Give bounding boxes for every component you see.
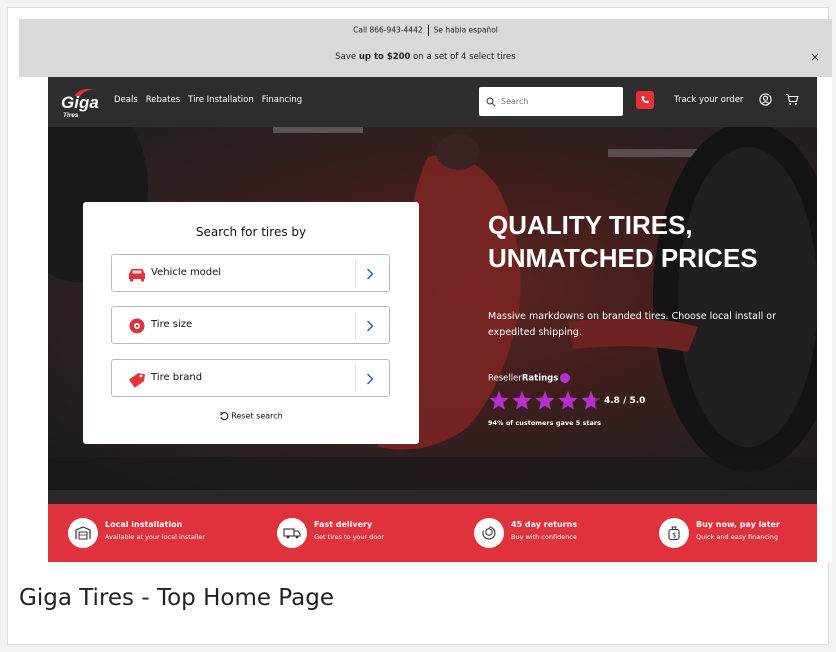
tire-icon [129,318,145,334]
promo-banner: Save up to $200 on a set of 4 select tir… [19,52,832,62]
promo-prefix: Save [335,52,359,62]
hero-headline: QUALITY TIRES, UNMATCHED PRICES [488,209,758,275]
page-caption: Giga Tires - Top Home Page [19,585,334,611]
return-box-icon [474,518,504,548]
hero-subtitle: Massive markdowns on branded tires. Choo… [488,311,777,338]
feature-subtitle: Buy with confidence [511,533,577,541]
feature-subtitle: Quick and easy financing [696,533,778,541]
feature-subtitle: Get tires to your door [314,533,385,541]
search-by-size-button[interactable]: Tire size [111,306,390,344]
feature-title: Buy now, pay later [696,520,780,529]
browser-viewport: Call 866-943-4442 Se habla español Save u… [19,19,832,562]
hero-headline-line1: QUALITY TIRES, [488,210,693,240]
garage-icon [68,518,98,548]
reset-icon [220,411,229,421]
giga-tires-logo[interactable]: Giga Tires [60,86,106,120]
car-icon [129,269,145,282]
announcement-bar: Call 866-943-4442 Se habla español Save u… [19,19,832,77]
feature-title: Local installation [105,520,183,529]
nav-rebates[interactable]: Rebates [146,95,180,105]
rating-stars [488,390,602,411]
promo-suffix: on a set of 4 select tires [410,52,516,62]
promo-amount: up to $200 [358,52,411,62]
cart-icon[interactable] [785,93,799,106]
phone-icon [641,96,649,104]
search-box[interactable] [479,87,623,116]
star-icon [512,391,532,410]
search-input[interactable] [501,97,611,106]
rating-score: 4.8 / 5.0 [604,396,646,406]
reset-search-button[interactable]: Reset search [83,411,419,421]
chevron-right-icon [355,365,383,392]
site-frame: Giga Tires Deals Rebates Tire Installati… [48,77,817,562]
tire-size-label: Tire size [151,319,193,330]
reset-search-label: Reset search [231,411,283,421]
account-icon[interactable] [759,93,772,106]
tag-icon [128,373,146,388]
close-icon[interactable]: × [810,50,820,64]
star-icon [558,391,578,410]
contact-line: Call 866-943-4442 Se habla español [19,25,832,36]
vehicle-model-label: Vehicle model [151,267,222,278]
spanish-link[interactable]: Se habla español [434,26,498,35]
tire-brand-label: Tire brand [151,372,203,383]
hero-banner: Search for tires by Vehicle model Tire s… [48,127,817,490]
nav-financing[interactable]: Financing [262,95,302,105]
search-by-brand-button[interactable]: Tire brand [111,359,390,397]
rating-note: 94% of customers gave 5 stars [488,419,601,427]
divider [427,25,429,36]
nav-deals[interactable]: Deals [114,95,138,105]
star-half-icon [581,391,601,410]
nav-tire-installation[interactable]: Tire Installation [188,95,254,105]
truck-icon [277,518,307,548]
hero-headline-line2: UNMATCHED PRICES [488,243,758,273]
reseller-ratings-logo: ResellerRatings [488,373,571,384]
search-by-vehicle-button[interactable]: Vehicle model [111,254,390,292]
phone-link[interactable]: Call 866-943-4442 [353,26,423,35]
star-icon [489,391,509,410]
nav-links: Deals Rebates Tire Installation Financin… [114,95,302,105]
screenshot-frame: Call 866-943-4442 Se habla español Save u… [7,7,832,645]
search-icon [486,97,496,106]
svg-text:$: $ [672,532,676,540]
chevron-right-icon [355,260,383,287]
money-bag-icon: $ [659,518,689,548]
phone-button[interactable] [636,91,654,109]
tire-search-card: Search for tires by Vehicle model Tire s… [83,202,419,444]
reseller-prefix: Reseller [488,373,522,384]
features-bar: Local installation Available at your loc… [48,504,817,562]
chevron-right-icon [355,312,383,339]
verified-check-icon [560,373,571,383]
svg-text:Tires: Tires [63,112,79,119]
feature-title: Fast delivery [314,520,373,529]
feature-subtitle: Available at your local installer [105,533,206,541]
feature-title: 45 day returns [511,520,578,529]
svg-text:Giga: Giga [61,93,99,112]
search-card-title: Search for tires by [195,225,307,239]
main-nav: Giga Tires Deals Rebates Tire Installati… [48,77,817,127]
track-order-link[interactable]: Track your order [674,95,743,105]
star-icon [535,391,555,410]
reseller-bold: Ratings [521,373,559,384]
